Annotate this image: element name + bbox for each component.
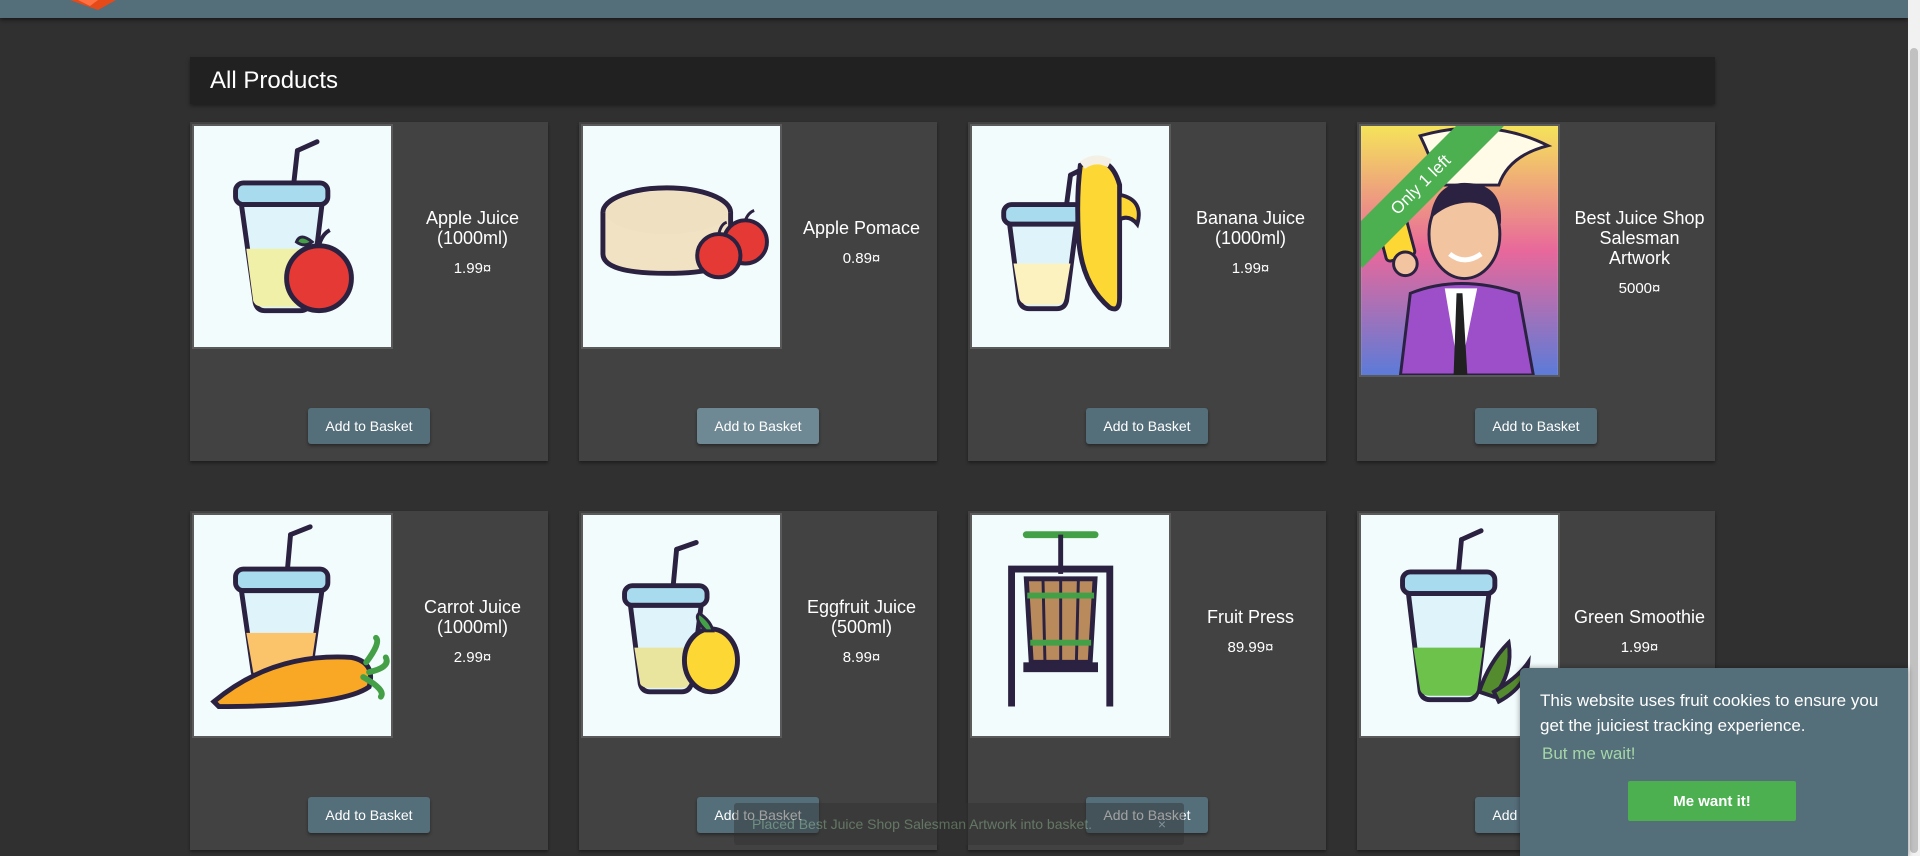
product-price: 89.99¤: [1227, 638, 1274, 656]
add-to-basket-button[interactable]: Add to Basket: [308, 408, 430, 444]
snackbar-close-icon[interactable]: ×: [1158, 803, 1166, 845]
add-to-basket-button[interactable]: Add to Basket: [308, 797, 430, 833]
product-image[interactable]: [970, 513, 1171, 738]
product-card[interactable]: Eggfruit Juice (500ml) 8.99¤ Add to Bask…: [579, 511, 937, 850]
scrollbar-thumb[interactable]: [1910, 48, 1918, 853]
add-to-basket-button[interactable]: Add to Basket: [1086, 408, 1208, 444]
product-card[interactable]: Only 1 left Best Juice Shop Salesman Art…: [1357, 122, 1715, 461]
carrot-juice-icon: [210, 524, 390, 709]
product-price: 1.99¤: [1620, 638, 1659, 656]
product-card[interactable]: Apple Pomace 0.89¤ Add to Basket: [579, 122, 937, 461]
product-image[interactable]: [970, 124, 1171, 349]
product-name: Carrot Juice (1000ml): [423, 596, 522, 637]
product-name: Best Juice Shop Salesman Artwork: [1574, 207, 1705, 268]
apple-juice-icon: [233, 139, 354, 314]
product-price: 0.89¤: [842, 249, 881, 267]
cookie-consent-banner: This website uses fruit cookies to ensur…: [1520, 668, 1908, 856]
product-image[interactable]: [192, 124, 393, 349]
product-name: Fruit Press: [1206, 606, 1294, 627]
product-name: Green Smoothie: [1573, 606, 1706, 627]
page-title: All Products: [210, 67, 339, 94]
product-image[interactable]: [192, 513, 393, 738]
page-scrollbar[interactable]: [1908, 0, 1920, 856]
product-card[interactable]: Apple Juice (1000ml) 1.99¤ Add to Basket: [190, 122, 548, 461]
stock-ribbon: Only 1 left: [1361, 126, 1511, 276]
cookie-accept-button[interactable]: Me want it!: [1628, 781, 1796, 821]
cookie-learn-more-link[interactable]: But me wait!: [1542, 744, 1888, 764]
product-image[interactable]: [581, 124, 782, 349]
product-name: Banana Juice (1000ml): [1195, 207, 1306, 248]
cookie-message: This website uses fruit cookies to ensur…: [1540, 691, 1879, 735]
product-price: 8.99¤: [842, 648, 881, 666]
basket-snackbar: Placed Best Juice Shop Salesman Artwork …: [734, 803, 1184, 845]
banana-juice-icon: [1001, 155, 1141, 312]
add-to-basket-button[interactable]: Add to Basket: [697, 408, 819, 444]
product-card[interactable]: Fruit Press 89.99¤ Add to Basket: [968, 511, 1326, 850]
fruit-press-icon: [1008, 531, 1114, 707]
add-to-basket-button[interactable]: Add to Basket: [1475, 408, 1597, 444]
product-name: Eggfruit Juice (500ml): [806, 596, 917, 637]
top-toolbar: [0, 0, 1908, 18]
products-heading-bar: All Products: [190, 57, 1715, 104]
snackbar-message: Placed Best Juice Shop Salesman Artwork …: [752, 816, 1093, 832]
product-name: Apple Juice (1000ml): [425, 207, 520, 248]
product-price: 1.99¤: [453, 259, 492, 277]
product-image[interactable]: Only 1 left: [1359, 124, 1560, 377]
apple-pomace-icon: [600, 185, 769, 280]
product-card[interactable]: Banana Juice (1000ml) 1.99¤ Add to Baske…: [968, 122, 1326, 461]
only-1-left-label: Only 1 left: [1361, 126, 1504, 268]
product-price: 2.99¤: [453, 648, 492, 666]
juice-shop-logo-icon[interactable]: [68, 0, 118, 10]
product-price: 5000¤: [1618, 279, 1661, 297]
product-price: 1.99¤: [1231, 259, 1270, 277]
product-card[interactable]: Carrot Juice (1000ml) 2.99¤ Add to Baske…: [190, 511, 548, 850]
product-name: Apple Pomace: [802, 217, 921, 238]
eggfruit-juice-icon: [622, 540, 740, 695]
product-image[interactable]: [581, 513, 782, 738]
